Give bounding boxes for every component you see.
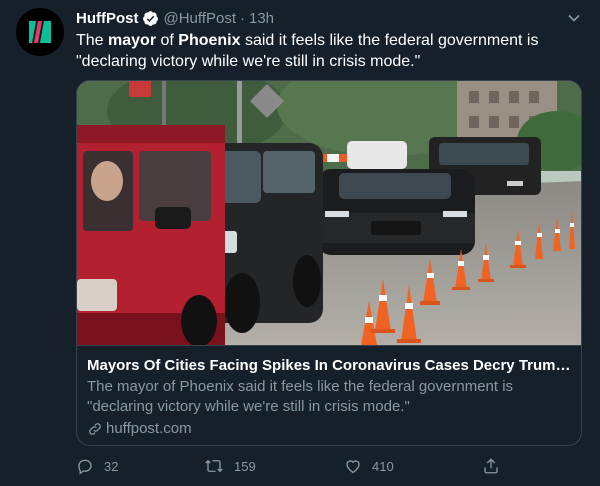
card-domain[interactable]: huffpost.com	[87, 419, 573, 439]
card-description: The mayor of Phoenix said it feels like …	[87, 378, 514, 415]
reply-count: 32	[104, 458, 119, 474]
reply-button[interactable]: 32	[76, 457, 118, 475]
chevron-down-icon[interactable]	[566, 10, 582, 26]
card-body[interactable]: Mayors Of Cities Facing Spikes In Corona…	[77, 345, 581, 445]
user-handle[interactable]: @HuffPost	[164, 10, 236, 27]
avatar[interactable]	[16, 8, 64, 56]
retweet-count: 159	[234, 458, 256, 474]
huffpost-logo	[16, 8, 64, 56]
tweet-text-segment: of	[156, 32, 179, 49]
display-name[interactable]: HuffPost	[76, 10, 139, 27]
heart-icon	[344, 457, 362, 475]
tweet-text-bold: Phoenix	[178, 32, 241, 49]
tweet-text-segment: The	[76, 32, 109, 49]
separator-dot: ·	[239, 9, 245, 27]
timestamp[interactable]: 13h	[249, 10, 274, 27]
share-icon	[482, 457, 500, 475]
link-icon	[87, 421, 106, 437]
tweet-header: HuffPost @HuffPost · 13h	[76, 8, 274, 28]
retweet-icon	[204, 457, 224, 475]
verified-badge-icon	[142, 10, 159, 27]
share-button[interactable]	[482, 457, 500, 475]
card-image[interactable]	[77, 81, 581, 347]
card-title[interactable]: Mayors Of Cities Facing Spikes In Corona…	[87, 356, 573, 376]
tweet-actions: 32 159 410	[76, 457, 576, 477]
tweet-text: The mayor of Phoenix said it feels like …	[76, 30, 576, 72]
reply-icon	[76, 457, 94, 475]
link-card[interactable]: Mayors Of Cities Facing Spikes In Corona…	[76, 80, 582, 446]
like-count: 410	[372, 458, 394, 474]
like-button[interactable]: 410	[344, 457, 394, 475]
tweet-text-bold: mayor	[108, 32, 157, 49]
retweet-button[interactable]: 159	[204, 457, 256, 475]
card-domain-text: huffpost.com	[106, 420, 192, 437]
